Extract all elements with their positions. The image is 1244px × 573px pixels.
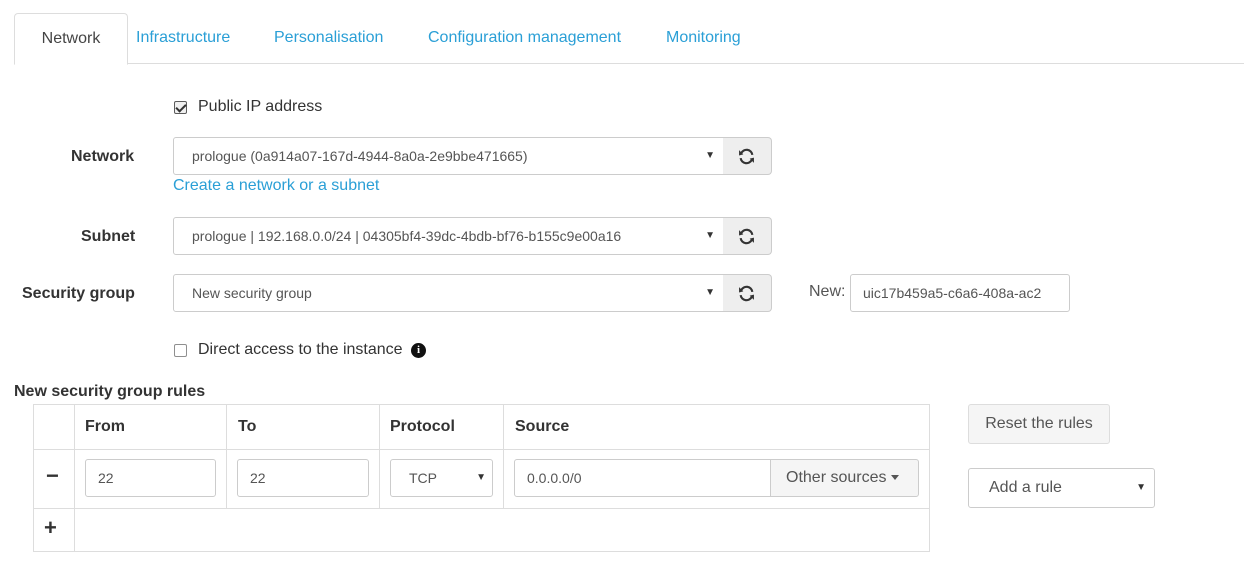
security-group-select[interactable]: New security group ▼ (173, 274, 724, 312)
tab-infrastructure[interactable]: Infrastructure (136, 13, 230, 64)
direct-access-checkbox[interactable] (174, 344, 187, 357)
direct-access-label: Direct access to the instance (198, 341, 403, 358)
chevron-down-icon: ▼ (705, 287, 715, 298)
network-label: Network (71, 148, 135, 165)
tab-network[interactable]: Network (14, 13, 128, 65)
chevron-down-icon: ▼ (476, 472, 486, 483)
column-header-to: To (238, 418, 257, 435)
chevron-down-icon: ▼ (1136, 482, 1146, 493)
add-rule-row-button[interactable]: + (44, 515, 57, 541)
tab-personalisation[interactable]: Personalisation (274, 13, 383, 64)
create-network-link[interactable]: Create a network or a subnet (173, 177, 379, 195)
info-icon[interactable]: i (411, 343, 426, 358)
column-header-protocol: Protocol (390, 418, 455, 435)
rule-to-port-input[interactable] (237, 459, 369, 497)
subnet-label: Subnet (81, 228, 136, 245)
tab-bar: Network Infrastructure Personalisation C… (14, 13, 1244, 65)
add-rule-select-value: Add a rule (989, 479, 1062, 496)
rule-protocol-value: TCP (409, 470, 437, 486)
refresh-icon (739, 148, 754, 165)
column-header-source: Source (515, 418, 570, 435)
security-group-refresh-button[interactable] (723, 274, 772, 312)
new-security-group-name-input[interactable] (850, 274, 1070, 312)
remove-rule-button[interactable]: − (46, 463, 59, 489)
rules-section-title: New security group rules (14, 383, 206, 400)
tab-monitoring[interactable]: Monitoring (666, 13, 741, 64)
refresh-icon (739, 228, 754, 245)
reset-rules-button[interactable]: Reset the rules (968, 404, 1110, 444)
chevron-down-icon: ▼ (705, 230, 715, 241)
caret-down-icon (891, 475, 900, 481)
public-ip-checkbox[interactable] (174, 101, 187, 114)
add-rule-select[interactable]: Add a rule ▼ (968, 468, 1155, 508)
subnet-select[interactable]: prologue | 192.168.0.0/24 | 04305bf4-39d… (173, 217, 724, 255)
rule-protocol-select[interactable]: TCP ▼ (390, 459, 493, 497)
other-sources-label: Other sources (786, 469, 887, 486)
network-select[interactable]: prologue (0a914a07-167d-4944-8a0a-2e9bbe… (173, 137, 724, 175)
tab-configuration-management[interactable]: Configuration management (428, 13, 621, 64)
subnet-refresh-button[interactable] (723, 217, 772, 255)
rule-from-port-input[interactable] (85, 459, 216, 497)
refresh-icon (739, 285, 754, 302)
chevron-down-icon: ▼ (705, 150, 715, 161)
new-security-group-label: New: (809, 283, 846, 300)
column-header-from: From (85, 418, 125, 435)
network-select-value: prologue (0a914a07-167d-4944-8a0a-2e9bbe… (192, 148, 528, 164)
security-group-select-value: New security group (192, 285, 312, 301)
other-sources-button[interactable]: Other sources (770, 459, 919, 497)
public-ip-label: Public IP address (198, 98, 323, 115)
rules-table: From To Protocol Source − TCP ▼ Other so… (33, 404, 930, 552)
security-group-label: Security group (22, 285, 135, 302)
subnet-select-value: prologue | 192.168.0.0/24 | 04305bf4-39d… (192, 228, 622, 244)
network-refresh-button[interactable] (723, 137, 772, 175)
rule-source-input[interactable] (514, 459, 771, 497)
